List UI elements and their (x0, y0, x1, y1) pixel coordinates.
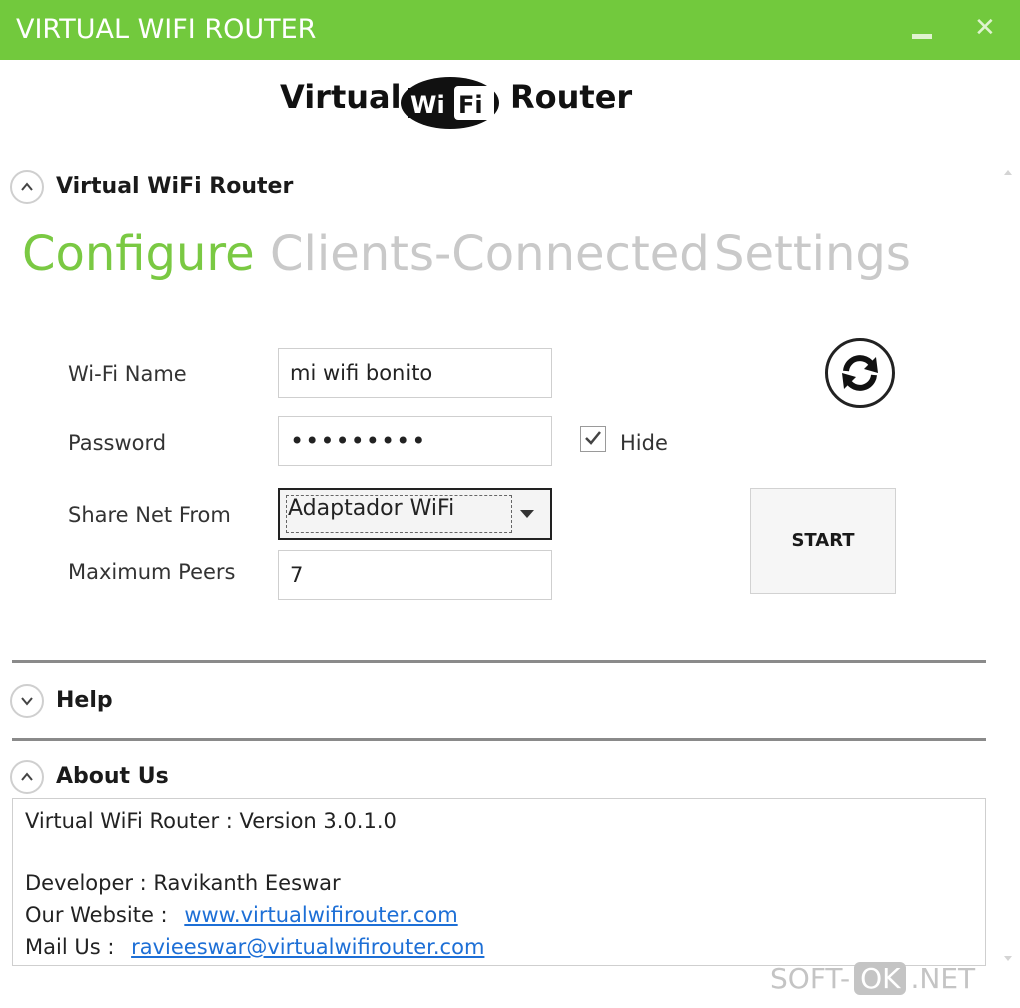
section-label-router: Virtual WiFi Router (56, 174, 294, 199)
section-header-router[interactable]: Virtual WiFi Router (10, 170, 410, 210)
dropdown-arrow-icon[interactable] (520, 510, 534, 518)
version-text: Virtual WiFi Router : Version 3.0.1.0 (25, 809, 397, 833)
refresh-icon (842, 355, 878, 391)
password-input[interactable] (279, 417, 551, 465)
watermark-badge: OK (854, 962, 907, 995)
developer-text: Developer : Ravikanth Eeswar (25, 871, 341, 895)
checkmark-icon (585, 431, 601, 445)
maximum-peers-input[interactable] (279, 551, 551, 599)
logo-word-virtual: Virtual (280, 78, 402, 116)
title-bar: VIRTUAL WIFI ROUTER ✕ (0, 0, 1020, 60)
start-button[interactable]: START (750, 488, 896, 594)
watermark-right: .NET (910, 962, 976, 995)
about-info-box: Virtual WiFi Router : Version 3.0.1.0 De… (12, 798, 986, 966)
tab-settings[interactable]: Settings (714, 226, 911, 282)
app-logo: Virtual Wi Fi Router (280, 76, 640, 136)
watermark-left: SOFT- (770, 962, 851, 995)
badge-fi: Fi (458, 91, 483, 119)
close-icon[interactable]: ✕ (974, 13, 996, 43)
website-label: Our Website : (25, 903, 168, 927)
section-header-about[interactable]: About Us (10, 760, 410, 800)
share-net-from-value: Adaptador WiFi (288, 496, 455, 521)
section-label-about: About Us (56, 764, 169, 789)
wifi-name-field-box (278, 348, 552, 398)
website-row: Our Website : www.virtualwifirouter.com (25, 903, 458, 927)
maximum-peers-field-box (278, 550, 552, 600)
wifi-name-label: Wi-Fi Name (68, 362, 187, 386)
password-field-box (278, 416, 552, 466)
window-title: VIRTUAL WIFI ROUTER (16, 14, 317, 45)
maximum-peers-label: Maximum Peers (68, 560, 236, 584)
mail-link[interactable]: ravieeswar@virtualwifirouter.com (131, 935, 484, 959)
wifi-name-input[interactable] (279, 349, 551, 397)
tab-clients-connected[interactable]: Clients-Connected (270, 226, 710, 282)
section-header-help[interactable]: Help (10, 684, 410, 724)
watermark: SOFT- OK .NET (770, 962, 975, 1006)
website-link[interactable]: www.virtualwifirouter.com (184, 903, 457, 927)
mail-row: Mail Us : ravieeswar@virtualwifirouter.c… (25, 935, 484, 959)
chevron-up-icon[interactable] (10, 760, 44, 794)
minimize-icon[interactable] (912, 34, 932, 39)
section-divider (12, 738, 986, 741)
section-divider (12, 660, 986, 663)
refresh-button[interactable] (825, 338, 895, 408)
mail-label: Mail Us : (25, 935, 115, 959)
chevron-down-icon[interactable] (10, 684, 44, 718)
section-label-help: Help (56, 688, 113, 713)
share-net-from-select[interactable]: Adaptador WiFi (278, 488, 552, 540)
tab-configure[interactable]: Configure (22, 226, 255, 282)
badge-wi: Wi (410, 91, 445, 119)
scroll-up-icon[interactable] (1004, 170, 1012, 175)
logo-word-router: Router (510, 78, 633, 116)
password-label: Password (68, 431, 167, 455)
hide-checkbox[interactable] (580, 426, 606, 452)
scroll-down-icon[interactable] (1004, 956, 1012, 961)
share-net-from-label: Share Net From (68, 503, 231, 527)
hide-label: Hide (620, 431, 668, 455)
chevron-up-icon[interactable] (10, 170, 44, 204)
wifi-badge-icon: Wi Fi (401, 77, 499, 129)
